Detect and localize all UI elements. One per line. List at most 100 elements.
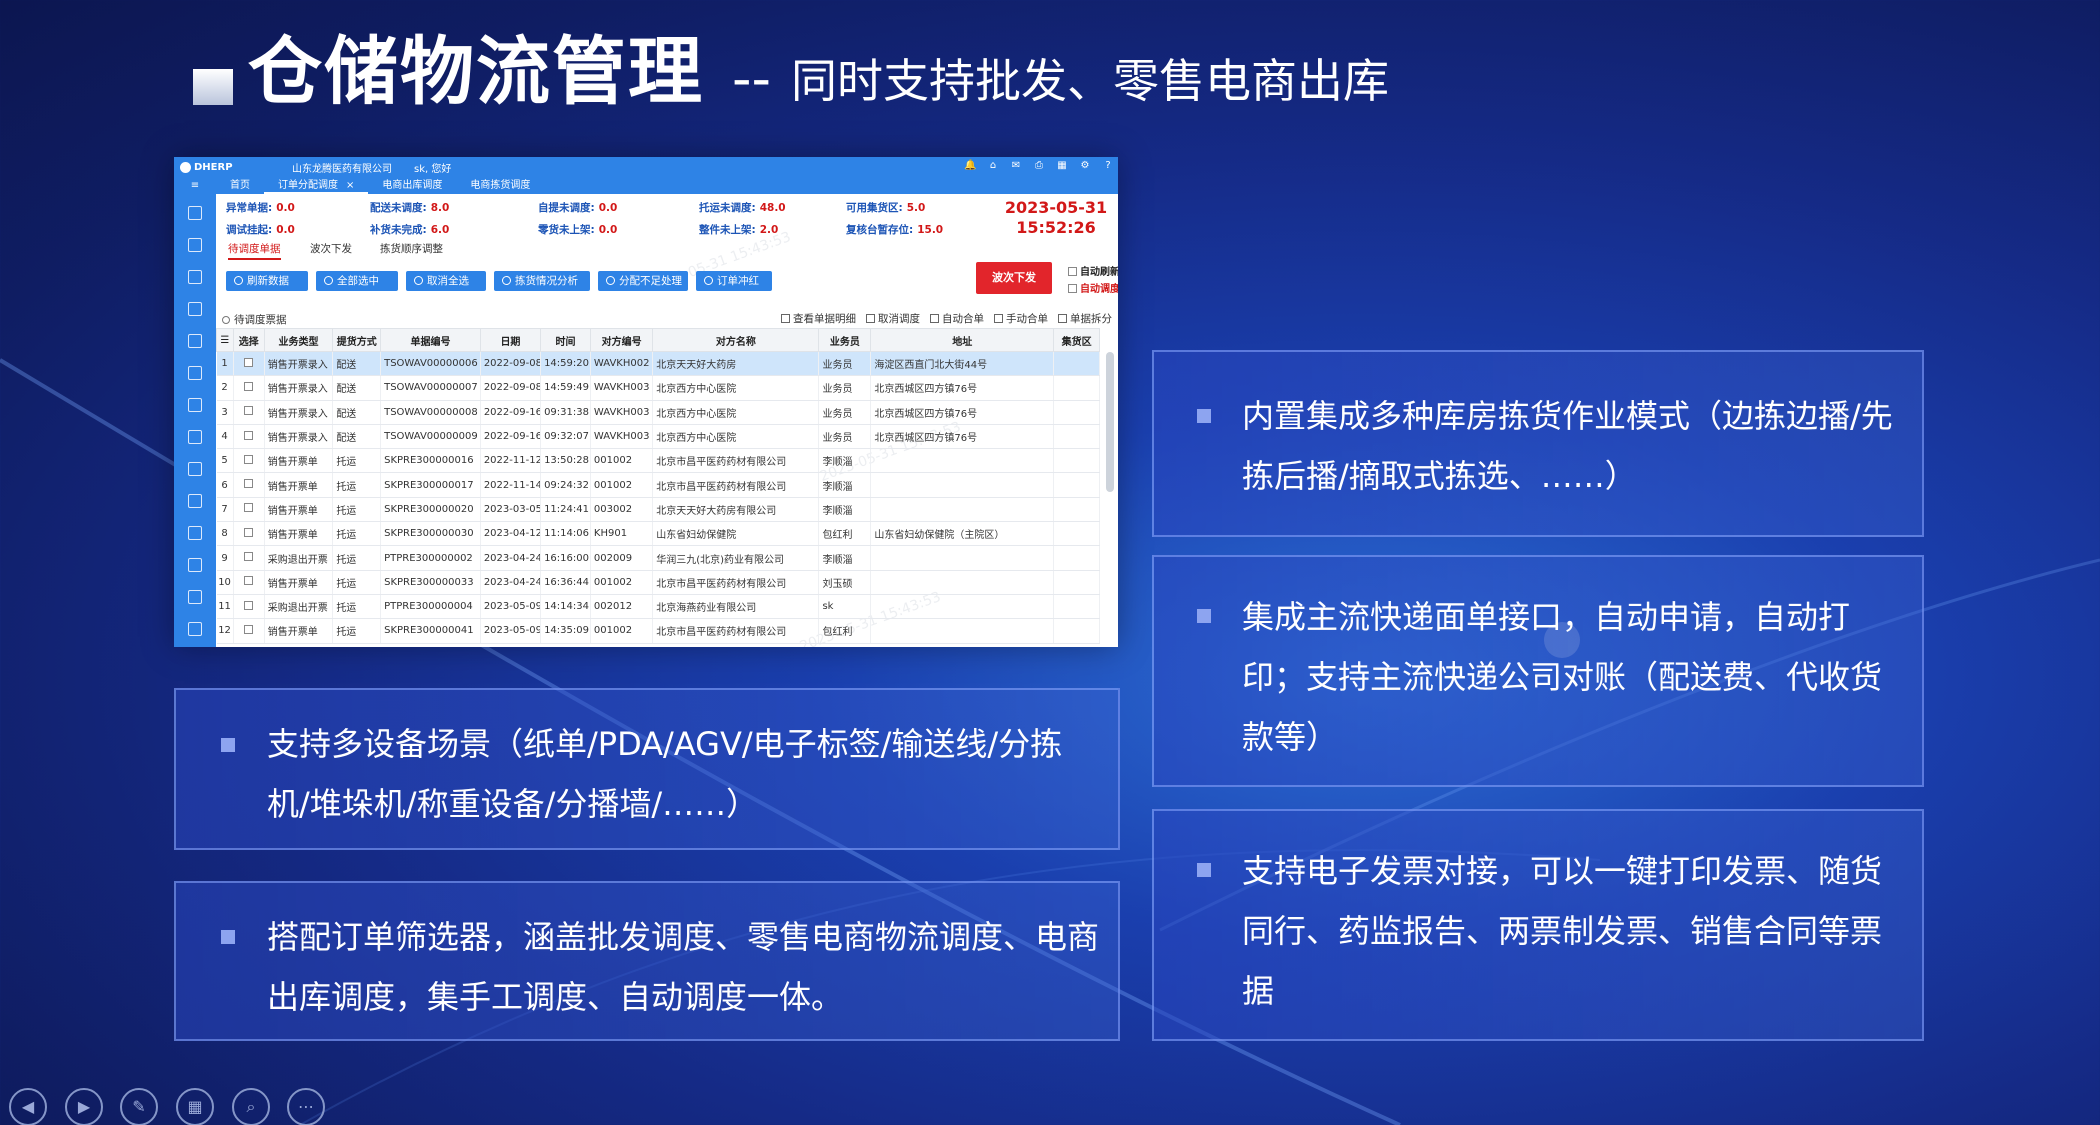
row-checkbox[interactable] bbox=[233, 351, 265, 377]
user-greeting[interactable]: sk, 您好 bbox=[414, 160, 451, 175]
sidebar-icon-cart[interactable] bbox=[188, 558, 202, 572]
tab-ecommerce-outbound[interactable]: 电商出库调度 bbox=[368, 177, 456, 194]
sidebar-icon-user[interactable] bbox=[188, 398, 202, 412]
settings-icon[interactable]: ⚙ bbox=[1079, 160, 1091, 172]
checkbox-icon[interactable] bbox=[244, 479, 254, 489]
home-icon[interactable]: ⌂ bbox=[987, 160, 999, 172]
col-index[interactable]: ☰ bbox=[216, 328, 234, 352]
sidebar-icon-home[interactable] bbox=[188, 334, 202, 348]
view-detail-tool[interactable]: 查看单据明细 bbox=[781, 311, 856, 326]
col-party-no[interactable]: 对方编号 bbox=[589, 328, 654, 352]
checkbox-icon[interactable] bbox=[244, 624, 254, 634]
col-biz-type[interactable]: 业务类型 bbox=[263, 328, 334, 352]
col-staging[interactable]: 集货区 bbox=[1053, 328, 1100, 352]
row-checkbox[interactable] bbox=[233, 472, 265, 498]
col-time[interactable]: 时间 bbox=[540, 328, 591, 352]
subtab-pending-docs[interactable]: 待调度单据 bbox=[228, 241, 281, 260]
table-row[interactable]: 12 销售开票单 托运 SKPRE300000041 2023-05-09 14:35:0… bbox=[216, 618, 1100, 644]
sidebar-icon-card[interactable] bbox=[188, 430, 202, 444]
subtab-wave-dispatch[interactable]: 波次下发 bbox=[310, 241, 352, 256]
checkbox-icon[interactable] bbox=[244, 576, 254, 586]
row-checkbox[interactable] bbox=[233, 497, 265, 523]
table-row[interactable]: 11 采购退出开票 托运 PTPRE300000004 2023-05-09 14:14:… bbox=[216, 594, 1100, 620]
pick-analysis-button[interactable]: 拣货情况分析 bbox=[494, 271, 590, 291]
checkbox-icon[interactable] bbox=[244, 357, 254, 367]
row-checkbox[interactable] bbox=[233, 545, 265, 571]
row-checkbox[interactable] bbox=[233, 521, 265, 547]
sidebar-icon-house[interactable] bbox=[188, 494, 202, 508]
checkbox-icon[interactable] bbox=[244, 600, 254, 610]
sidebar-icon-truck[interactable] bbox=[188, 366, 202, 380]
pen-icon[interactable]: ✎ bbox=[120, 1088, 158, 1125]
checkbox-icon[interactable] bbox=[244, 527, 254, 537]
menu-icon[interactable]: ≡ bbox=[174, 180, 216, 191]
row-checkbox[interactable] bbox=[233, 375, 265, 401]
wave-dispatch-button[interactable]: 波次下发 bbox=[976, 262, 1052, 294]
auto-merge-tool[interactable]: 自动合单 bbox=[930, 311, 984, 326]
zoom-icon[interactable]: ⌕ bbox=[232, 1088, 270, 1125]
table-row[interactable]: 8 销售开票单 托运 SKPRE300000030 2023-04-12 11:14:06… bbox=[216, 521, 1100, 547]
checkbox-icon[interactable] bbox=[244, 381, 254, 391]
table-row[interactable]: 7 销售开票单 托运 SKPRE300000020 2023-03-05 11:24:41… bbox=[216, 497, 1100, 523]
row-checkbox[interactable] bbox=[233, 424, 265, 450]
col-address[interactable]: 地址 bbox=[870, 328, 1055, 352]
cancel-dispatch-tool[interactable]: 取消调度 bbox=[866, 311, 920, 326]
col-salesman[interactable]: 业务员 bbox=[818, 328, 872, 352]
checkbox-icon[interactable] bbox=[244, 406, 254, 416]
order-reverse-button[interactable]: 订单冲红 bbox=[696, 271, 772, 291]
checkbox-icon[interactable] bbox=[244, 430, 254, 440]
row-checkbox[interactable] bbox=[233, 448, 265, 474]
split-tool[interactable]: 单据拆分 bbox=[1058, 311, 1112, 326]
more-icon[interactable]: ⋯ bbox=[287, 1088, 325, 1125]
sidebar-icon-clipboard[interactable] bbox=[188, 526, 202, 540]
sidebar-icon-org[interactable] bbox=[188, 590, 202, 604]
shortage-button[interactable]: 分配不足处理 bbox=[598, 271, 688, 291]
prev-icon[interactable]: ◀ bbox=[9, 1088, 47, 1125]
manual-merge-tool[interactable]: 手动合单 bbox=[994, 311, 1048, 326]
sidebar-icon-network[interactable] bbox=[188, 622, 202, 636]
refresh-button[interactable]: 刷新数据 bbox=[226, 271, 308, 291]
grid-icon[interactable]: ▦ bbox=[176, 1088, 214, 1125]
deselect-all-button[interactable]: 取消全选 bbox=[406, 271, 486, 291]
row-checkbox[interactable] bbox=[233, 618, 265, 644]
table-row[interactable]: 6 销售开票单 托运 SKPRE300000017 2022-11-14 09:24:32… bbox=[216, 472, 1100, 498]
help-icon[interactable]: ? bbox=[1102, 160, 1114, 172]
table-row[interactable]: 3 销售开票录入 配送 TSOWAV00000008 2022-09-16 09:31:3… bbox=[216, 400, 1100, 425]
col-select[interactable]: 选择 bbox=[232, 328, 265, 352]
tab-order-dispatch[interactable]: 订单分配调度 × bbox=[264, 177, 369, 194]
tab-ecommerce-picking[interactable]: 电商拣货调度 bbox=[456, 177, 544, 194]
sidebar-icon-cloud[interactable] bbox=[188, 462, 202, 476]
checkbox-icon[interactable] bbox=[244, 503, 254, 513]
next-icon[interactable]: ▶ bbox=[65, 1088, 103, 1125]
table-row[interactable]: 4 销售开票录入 配送 TSOWAV00000009 2022-09-16 09:32:0… bbox=[216, 424, 1100, 450]
col-date[interactable]: 日期 bbox=[479, 328, 542, 352]
select-all-button[interactable]: 全部选中 bbox=[316, 271, 398, 291]
sidebar-icon-modules[interactable] bbox=[188, 270, 202, 284]
print-icon[interactable]: ⎙ bbox=[1033, 160, 1045, 172]
checkbox-icon[interactable] bbox=[244, 454, 254, 464]
subtab-pick-order[interactable]: 拣货顺序调整 bbox=[380, 241, 443, 256]
auto-dispatch-checkbox[interactable]: 自动调度 bbox=[1068, 280, 1118, 295]
table-row[interactable]: 2 销售开票录入 配送 TSOWAV00000007 2022-09-08 14:59:4… bbox=[216, 375, 1100, 401]
row-checkbox[interactable] bbox=[233, 400, 265, 425]
col-doc-no[interactable]: 单据编号 bbox=[380, 328, 481, 352]
table-row[interactable]: 9 采购退出开票 托运 PTPRE300000002 2023-04-24 16:16:0… bbox=[216, 545, 1100, 571]
bell-icon[interactable]: 🔔 bbox=[964, 160, 976, 172]
table-row[interactable]: 1 销售开票录入 配送 TSOWAV00000006 2022-09-08 14:59:2… bbox=[216, 351, 1100, 377]
table-row[interactable]: 5 销售开票单 托运 SKPRE300000016 2022-11-12 13:50:28… bbox=[216, 448, 1100, 474]
table-scrollbar[interactable] bbox=[1106, 352, 1114, 492]
checkbox-icon[interactable] bbox=[244, 552, 254, 562]
table-row[interactable]: 10 销售开票单 托运 SKPRE300000033 2023-04-24 16:36:4… bbox=[216, 570, 1100, 595]
apps-icon[interactable]: ▦ bbox=[1056, 160, 1068, 172]
col-delivery[interactable]: 提货方式 bbox=[332, 328, 382, 352]
tab-home[interactable]: 首页 bbox=[216, 177, 264, 194]
sidebar-icon-dashboard[interactable] bbox=[188, 206, 202, 220]
sidebar-icon-warehouse[interactable] bbox=[188, 238, 202, 252]
row-checkbox[interactable] bbox=[233, 570, 265, 595]
message-icon[interactable]: ✉ bbox=[1010, 160, 1022, 172]
auto-refresh-checkbox[interactable]: 自动刷新 bbox=[1068, 263, 1118, 278]
col-party-name[interactable]: 对方名称 bbox=[652, 328, 820, 352]
row-checkbox[interactable] bbox=[233, 594, 265, 620]
tab-close-icon[interactable]: × bbox=[346, 180, 354, 191]
sidebar-icon-finance[interactable] bbox=[188, 302, 202, 316]
